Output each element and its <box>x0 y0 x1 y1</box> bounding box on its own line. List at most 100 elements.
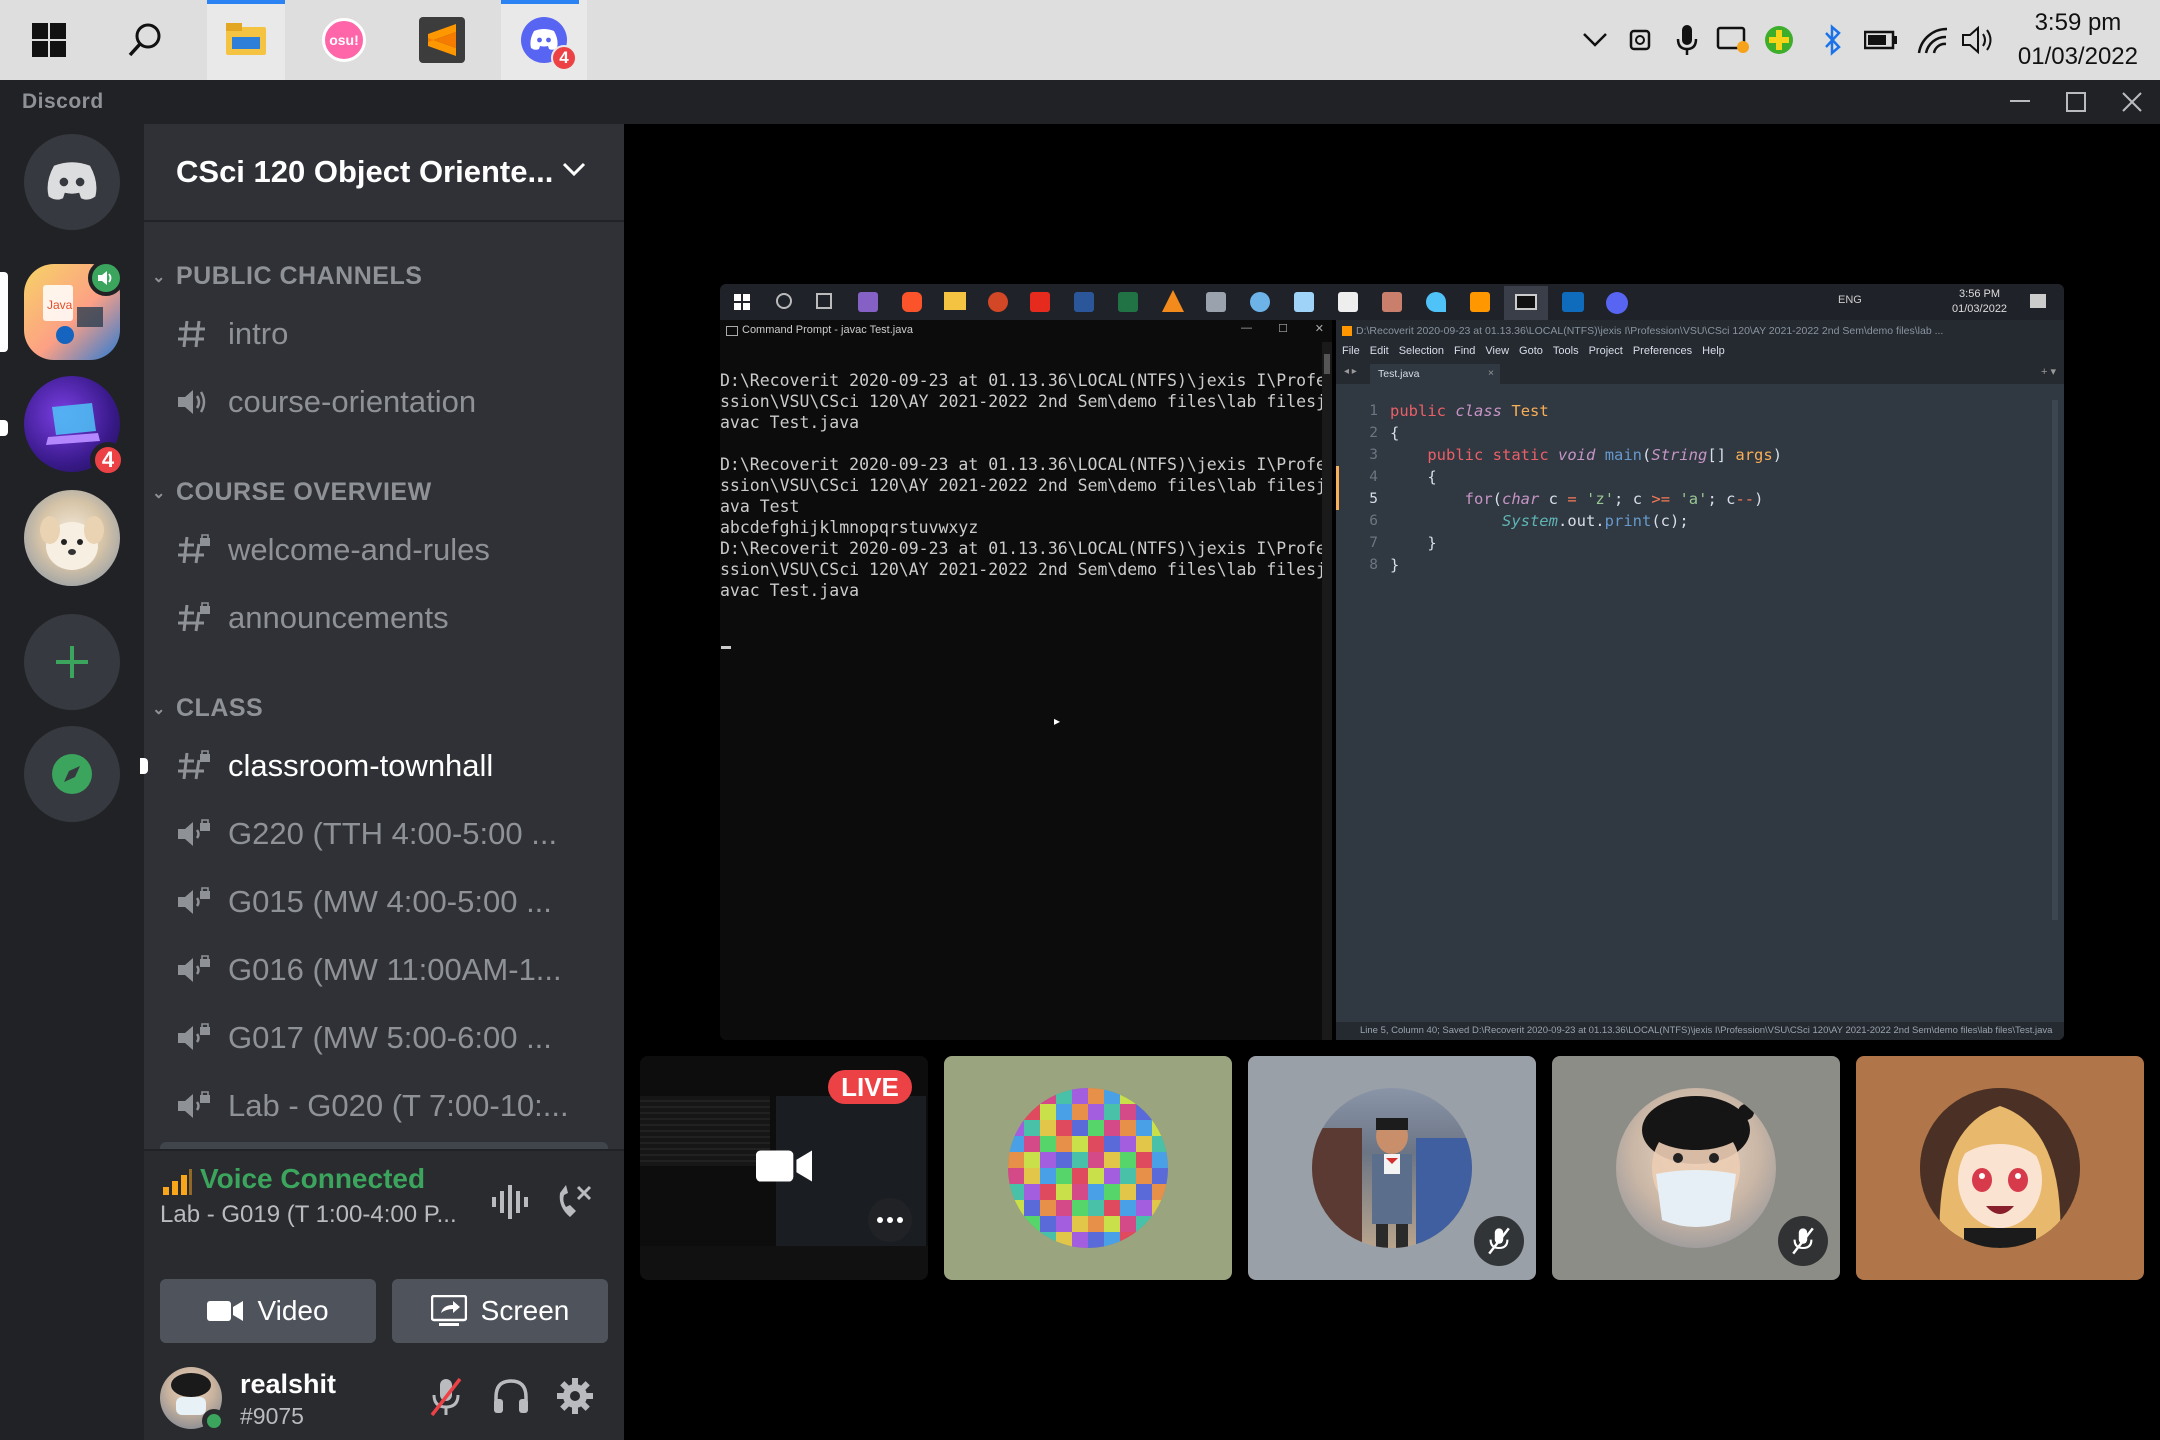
video-label: Video <box>257 1295 329 1326</box>
unread-indicator <box>140 758 148 774</box>
video-camera-icon <box>756 1147 812 1190</box>
participant-tile-3[interactable] <box>1248 1056 1536 1280</box>
disconnect-icon[interactable] <box>554 1183 594 1228</box>
channel-classroom-townhall[interactable]: classroom-townhall <box>140 738 608 794</box>
cmd-line: avac Test.java <box>720 413 860 432</box>
stream-brave-icon <box>902 292 922 312</box>
more-options-icon[interactable] <box>868 1198 912 1242</box>
server-laptop[interactable]: 4 <box>24 376 126 478</box>
wifi-icon[interactable] <box>1910 0 1956 80</box>
cmd-line: D:\Recoverit 2020-09-23 at 01.13.36\LOCA… <box>720 455 1326 474</box>
svg-text:Java: Java <box>47 298 73 312</box>
voice-channel-name[interactable]: Lab - G019 (T 1:00-4:00 P... <box>160 1201 457 1229</box>
line-number-gutter: 1 2 3 4 5 6 7 8 <box>1336 400 1378 576</box>
plus-tray-icon[interactable] <box>1756 0 1802 80</box>
minimize-icon[interactable] <box>1992 80 2048 124</box>
home-button[interactable] <box>24 134 120 230</box>
category-class[interactable]: ⌄ CLASS <box>152 694 263 723</box>
windows-start-icon[interactable] <box>10 0 88 80</box>
line-number: 2 <box>1369 425 1378 441</box>
add-server-button[interactable] <box>24 614 120 710</box>
screen-share-button[interactable]: Screen <box>392 1279 608 1343</box>
bluetooth-icon[interactable] <box>1810 0 1856 80</box>
maximize-icon[interactable] <box>2048 80 2104 124</box>
channel-welcome-and-rules[interactable]: welcome-and-rules <box>176 522 608 578</box>
camera-tray-icon[interactable] <box>1618 0 1664 80</box>
osu-icon[interactable]: osu! <box>305 0 383 80</box>
discord-taskbar-icon[interactable]: 4 <box>501 0 587 80</box>
plus-icon <box>56 646 88 678</box>
channel-g015[interactable]: G015 (MW 4:00-5:00 ... <box>176 874 608 930</box>
volume-icon[interactable] <box>1956 0 2002 80</box>
server-rail: Java 4 <box>0 124 144 1440</box>
chevron-up-icon[interactable] <box>1572 0 1618 80</box>
channel-label: G017 (MW 5:00-6:00 ... <box>228 1020 552 1055</box>
channel-g220[interactable]: G220 (TTH 4:00-5:00 ... <box>176 806 608 862</box>
stream-mail-icon <box>1562 292 1584 312</box>
line-number: 5 <box>1369 491 1378 507</box>
stream-discord-icon <box>1606 292 1628 314</box>
search-icon[interactable] <box>106 0 184 80</box>
channel-label: G016 (MW 11:00AM-1... <box>228 952 562 987</box>
server-csci120[interactable]: Java <box>24 260 124 360</box>
noise-suppression-icon[interactable] <box>490 1185 530 1224</box>
voice-status[interactable]: Voice Connected <box>200 1163 425 1195</box>
stream-start-icon <box>734 294 750 315</box>
category-label: PUBLIC CHANNELS <box>176 262 423 290</box>
locked-speaker-icon <box>176 1023 228 1053</box>
username[interactable]: realshit <box>240 1369 336 1400</box>
headphones-icon[interactable] <box>492 1377 530 1420</box>
microphone-tray-icon[interactable] <box>1664 0 1710 80</box>
editor-tab-bar: ◂ ▸ Test.java × + ▾ <box>1336 362 2064 384</box>
system-clock[interactable]: 3:59 pm 01/03/2022 <box>2018 6 2138 74</box>
participant-tile-5[interactable] <box>1856 1056 2144 1280</box>
participant-tile-4[interactable] <box>1552 1056 1840 1280</box>
discord-wordmark: Discord <box>22 90 104 113</box>
speaker-icon <box>98 271 112 285</box>
explore-servers-button[interactable] <box>24 726 120 822</box>
editor-menu-item: Find <box>1453 345 1476 357</box>
clock-date: 01/03/2022 <box>2017 43 2138 70</box>
speaker-icon <box>176 387 228 417</box>
category-label: CLASS <box>176 694 264 722</box>
participant-tile-2[interactable] <box>944 1056 1232 1280</box>
participant-tile-stream[interactable]: LIVE <box>640 1056 928 1280</box>
osu-label: osu! <box>322 18 366 62</box>
mute-microphone-icon[interactable] <box>428 1377 464 1422</box>
channel-course-orientation[interactable]: course-orientation <box>176 374 608 430</box>
channel-intro[interactable]: intro <box>176 306 608 362</box>
screen-share-stream[interactable]: ENG 3:56 PM 01/03/2022 Command Prompt - … <box>720 284 2064 1040</box>
channel-g016[interactable]: G016 (MW 11:00AM-1... <box>176 942 608 998</box>
signal-strength-icon[interactable] <box>162 1169 192 1200</box>
muted-microphone-icon <box>1474 1216 1524 1266</box>
editor-title: D:\Recoverit 2020-09-23 at 01.13.36\LOCA… <box>1356 325 1944 337</box>
screen-share-tray-icon[interactable] <box>1710 0 1756 80</box>
category-course-overview[interactable]: ⌄ COURSE OVERVIEW <box>152 478 432 507</box>
settings-gear-icon[interactable] <box>556 1377 594 1420</box>
chevron-down-icon[interactable] <box>562 162 586 183</box>
server-mention-badge: 4 <box>90 442 126 478</box>
sublime-text-icon[interactable] <box>403 0 481 80</box>
editor-menu-item: Selection <box>1398 345 1444 357</box>
category-public-channels[interactable]: ⌄ PUBLIC CHANNELS <box>152 262 422 291</box>
channel-lab-g020[interactable]: Lab - G020 (T 7:00-10:... <box>176 1078 608 1134</box>
server-puppy[interactable] <box>24 490 120 586</box>
video-button[interactable]: Video <box>160 1279 376 1343</box>
tab-nav-arrows: ◂ ▸ <box>1344 366 1357 377</box>
locked-speaker-icon <box>176 1091 228 1121</box>
channel-g017[interactable]: G017 (MW 5:00-6:00 ... <box>176 1010 608 1066</box>
participant-avatar <box>1312 1088 1472 1248</box>
guild-header[interactable]: CSci 120 Object Oriente... <box>144 124 624 222</box>
editor-menu-item: Edit <box>1369 345 1389 357</box>
code-area: public class Test { public static void m… <box>1390 402 1783 574</box>
stream-notification-icon <box>2030 294 2046 308</box>
battery-icon[interactable] <box>1858 0 1904 80</box>
close-icon[interactable] <box>2104 80 2160 124</box>
discord-taskbar-badge: 4 <box>551 45 577 71</box>
video-camera-icon <box>207 1301 244 1321</box>
cmd-line: ssion\VSU\CSci 120\AY 2021-2022 2nd Sem\… <box>720 476 1326 495</box>
file-explorer-icon[interactable] <box>207 0 285 80</box>
channel-announcements[interactable]: announcements <box>176 590 608 646</box>
participant-avatar <box>1920 1088 2080 1248</box>
participant-avatar <box>1616 1088 1776 1248</box>
